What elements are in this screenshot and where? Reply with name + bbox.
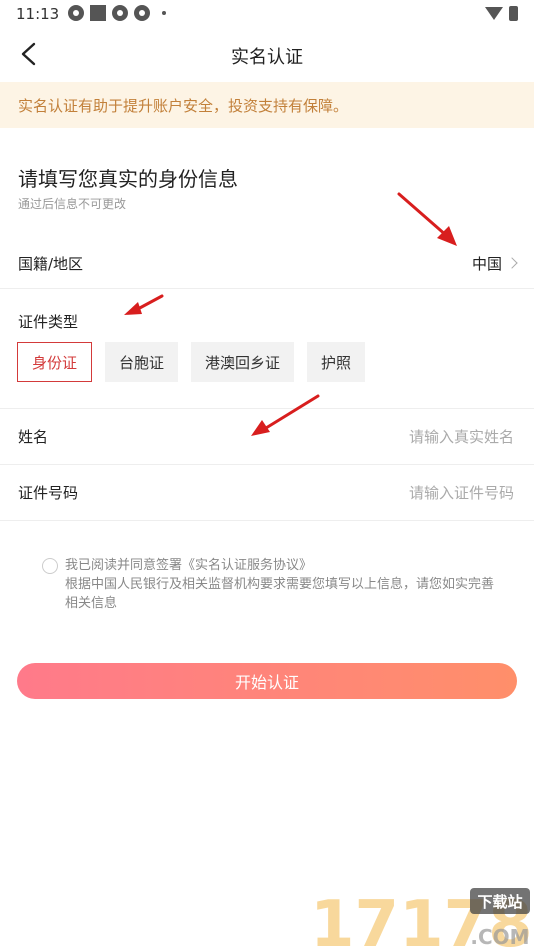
status-system-icons <box>485 6 518 21</box>
name-input[interactable] <box>292 426 516 447</box>
id-type-option-passport[interactable]: 护照 <box>307 342 366 382</box>
info-banner: 实名认证有助于提升账户安全，投资支持有保障。 <box>0 82 534 128</box>
app-notification-icon <box>112 5 128 21</box>
wifi-icon <box>485 7 503 20</box>
agreement-text: 我已阅读并同意签署《实名认证服务协议》 根据中国人民银行及相关监督机构要求需要您… <box>65 556 505 613</box>
id-type-option-taiwan-permit[interactable]: 台胞证 <box>105 342 179 382</box>
id-number-label: 证件号码 <box>18 484 79 502</box>
annotation-arrow-icon <box>124 294 164 315</box>
page-title: 实名认证 <box>231 47 303 68</box>
watermark-domain: .COM <box>470 925 529 949</box>
annotation-arrow-icon <box>251 394 320 436</box>
chevron-right-icon <box>506 257 518 269</box>
country-label: 国籍/地区 <box>18 254 84 273</box>
form-subheading: 通过后信息不可更改 <box>18 197 127 211</box>
square-notification-icon <box>90 5 106 21</box>
country-value-text: 中国 <box>471 254 502 273</box>
id-type-label: 证件类型 <box>18 313 79 331</box>
app-notification-icon <box>68 5 84 21</box>
agreement-prefix: 我已阅读并同意签署 <box>65 558 183 573</box>
start-verification-button[interactable]: 开始认证 <box>17 663 517 699</box>
agreement-link[interactable]: 《实名认证服务协议》 <box>182 558 312 573</box>
id-type-options: 身份证 台胞证 港澳回乡证 护照 <box>17 342 366 382</box>
nav-bar: 实名认证 <box>0 28 534 82</box>
id-type-option-hk-macau-permit[interactable]: 港澳回乡证 <box>191 342 295 382</box>
status-time: 11:13 <box>16 5 60 23</box>
app-notification-icon <box>134 5 150 21</box>
agreement-checkbox[interactable] <box>42 558 58 574</box>
agreement-note: 根据中国人民银行及相关监督机构要求需要您填写以上信息，请您如实完善相关信息 <box>65 577 495 611</box>
status-notification-icons <box>68 5 166 21</box>
watermark-site: 下载站 <box>477 893 522 911</box>
annotation-arrow-icon <box>397 192 457 246</box>
name-label: 姓名 <box>18 428 49 446</box>
id-type-option-id-card[interactable]: 身份证 <box>17 342 93 382</box>
battery-icon <box>509 6 518 21</box>
id-number-row: 证件号码 <box>0 465 534 521</box>
more-dot-icon <box>162 11 166 15</box>
form-heading: 请填写您真实的身份信息 <box>18 167 238 191</box>
id-number-input[interactable] <box>292 482 516 503</box>
status-bar: 11:13 <box>0 0 534 28</box>
watermark-logo: 17178 下载站 .COM <box>310 888 530 950</box>
country-value: 中国 <box>471 253 518 274</box>
